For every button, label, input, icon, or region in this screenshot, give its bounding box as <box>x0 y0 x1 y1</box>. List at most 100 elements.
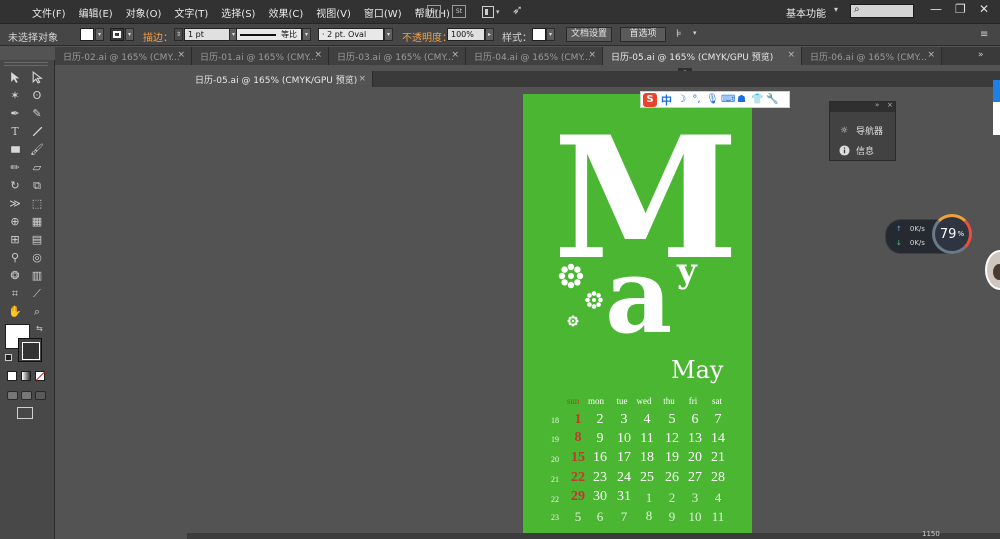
tab-overflow-icon[interactable]: » <box>978 50 984 60</box>
eyedropper-tool-icon[interactable]: ⚲ <box>6 249 24 266</box>
gradient-tool-icon[interactable]: ▤ <box>28 231 46 248</box>
panel-header[interactable]: » × <box>830 101 895 112</box>
stock-button[interactable]: St <box>452 5 466 18</box>
free-transform-tool-icon[interactable]: ⬚ <box>28 195 46 212</box>
draw-normal-icon[interactable] <box>7 391 18 400</box>
close-icon[interactable]: × <box>358 74 366 84</box>
chevron-down-icon[interactable]: ▾ <box>693 29 697 37</box>
close-icon[interactable]: × <box>927 50 935 60</box>
navigator-item[interactable]: ☼ 导航器 <box>838 124 883 138</box>
swap-colors-icon[interactable]: ⇆ <box>36 324 43 333</box>
skin-icon[interactable]: ☗ <box>736 94 747 105</box>
fill-color-swatch[interactable] <box>80 28 94 41</box>
slice-tool-icon[interactable]: ⟋ <box>28 285 46 302</box>
search-input[interactable]: ⌕ <box>850 4 914 18</box>
info-item[interactable]: 信息 <box>838 144 874 157</box>
variable-width-profile[interactable]: 等比 <box>236 28 302 41</box>
close-button[interactable]: ✕ <box>979 2 989 16</box>
chevron-down-icon[interactable]: ▾ <box>546 28 555 41</box>
graphic-style-swatch[interactable] <box>532 28 546 41</box>
artboard-tool-icon[interactable]: ⌗ <box>6 285 24 302</box>
hand-tool-icon[interactable]: ✋ <box>6 303 24 320</box>
column-graph-tool-icon[interactable]: ▥ <box>28 267 46 284</box>
gradient-mode-icon[interactable] <box>21 371 31 381</box>
tab-document-02[interactable]: 日历-02.ai @ 165% (CMY... × <box>55 47 192 65</box>
stroke-weight-field[interactable]: 1 pt <box>184 28 230 41</box>
chevron-down-icon[interactable]: ▾ <box>302 28 311 41</box>
default-colors-icon[interactable] <box>5 354 12 361</box>
preferences-button[interactable]: 首选项 <box>620 27 666 42</box>
draw-inside-icon[interactable] <box>35 391 46 400</box>
tab-document-06[interactable]: 日历-06.ai @ 165% (CMY... × <box>802 47 942 65</box>
stroke-label[interactable]: 描边： <box>143 29 173 44</box>
close-icon[interactable]: × <box>451 50 459 60</box>
maximize-button[interactable]: ❐ <box>955 2 966 16</box>
shape-builder-tool-icon[interactable]: ⊕ <box>6 213 24 230</box>
blend-tool-icon[interactable]: ◎ <box>28 249 46 266</box>
opacity-field[interactable]: 100% <box>447 28 485 41</box>
microphone-icon[interactable]: 🎙 <box>706 94 719 105</box>
workspace-switcher[interactable]: 基本功能 <box>786 5 826 20</box>
memory-usage-gauge[interactable]: 79% <box>932 214 972 254</box>
close-icon[interactable]: × <box>787 50 795 60</box>
gpu-performance-icon[interactable]: ➶ <box>512 3 523 18</box>
bridge-button[interactable]: Br <box>427 5 441 18</box>
menu-effect[interactable]: 效果(C) <box>268 5 303 20</box>
menu-select[interactable]: 选择(S) <box>221 5 255 20</box>
close-icon[interactable]: × <box>887 101 893 109</box>
close-icon[interactable]: × <box>177 50 185 60</box>
width-tool-icon[interactable]: ≫ <box>6 195 24 212</box>
tab-document-05[interactable]: 日历-05.ai @ 165% (CMYK/GPU 预览) × <box>603 47 802 65</box>
curvature-tool-icon[interactable]: ✎ <box>28 105 46 122</box>
type-tool-icon[interactable]: T <box>6 123 24 140</box>
stroke-stepper[interactable]: ⇕ <box>174 28 183 41</box>
direct-selection-tool-icon[interactable] <box>28 69 46 86</box>
minimize-button[interactable]: — <box>930 2 942 16</box>
none-mode-icon[interactable] <box>35 371 46 381</box>
screen-mode-icon[interactable] <box>17 407 33 419</box>
menu-type[interactable]: 文字(T) <box>174 5 208 20</box>
chevron-down-icon[interactable]: ▾ <box>95 28 104 41</box>
zoom-tool-icon[interactable]: ⌕ <box>28 303 46 320</box>
right-edge-panel[interactable] <box>993 80 1000 135</box>
close-icon[interactable]: × <box>314 50 322 60</box>
document-setup-button[interactable]: 文档设置 <box>566 27 612 42</box>
artboard-calendar[interactable]: M a y May sun mon tue wed thu fri sat 18… <box>523 94 752 539</box>
brush-definition[interactable]: · 2 pt. Oval <box>318 28 384 41</box>
menu-view[interactable]: 视图(V) <box>316 5 351 20</box>
mesh-tool-icon[interactable]: ⊞ <box>6 231 24 248</box>
punctuation-icon[interactable]: °, <box>691 94 702 105</box>
magic-wand-tool-icon[interactable]: ✶ <box>6 87 24 104</box>
ime-mode-toggle[interactable]: 中 <box>661 92 672 108</box>
draw-behind-icon[interactable] <box>21 391 32 400</box>
perspective-grid-tool-icon[interactable]: ▦ <box>28 213 46 230</box>
pen-tool-icon[interactable]: ✒ <box>6 105 24 122</box>
moon-icon[interactable]: ☽ <box>676 94 687 105</box>
keyboard-icon[interactable]: ⌨ <box>721 94 735 105</box>
menu-object[interactable]: 对象(O) <box>126 5 162 20</box>
menu-file[interactable]: 文件(F) <box>32 5 66 20</box>
arrange-documents-button[interactable]: ▾ <box>482 4 502 19</box>
shirt-icon[interactable]: 👕 <box>751 94 763 105</box>
menu-edit[interactable]: 编辑(E) <box>79 5 113 20</box>
avatar[interactable] <box>985 250 1000 290</box>
opacity-label[interactable]: 不透明度： <box>402 29 452 44</box>
control-bar-menu-icon[interactable]: ≡ <box>980 29 988 40</box>
ime-toolbar[interactable]: S 中 ☽ °, 🎙 ⌨ ☗ 👕 🔧 <box>640 91 790 108</box>
rotate-tool-icon[interactable]: ↻ <box>6 177 24 194</box>
sogou-logo-icon[interactable]: S <box>643 92 657 107</box>
pencil-tool-icon[interactable]: ✏ <box>6 159 24 176</box>
selection-tool-icon[interactable] <box>6 69 24 86</box>
tab-document-05-floating[interactable]: 日历-05.ai @ 165% (CMYK/GPU 预览) × <box>187 71 373 87</box>
paintbrush-tool-icon[interactable]: 🖌 <box>28 141 46 158</box>
line-segment-tool-icon[interactable] <box>28 123 46 140</box>
symbol-sprayer-tool-icon[interactable]: ❂ <box>6 267 24 284</box>
chevron-down-icon[interactable]: ▾ <box>125 28 134 41</box>
eraser-tool-icon[interactable]: ▱ <box>28 159 46 176</box>
menu-window[interactable]: 窗口(W) <box>364 5 402 20</box>
collapse-icon[interactable]: » <box>875 101 879 109</box>
stroke-color-swatch[interactable] <box>110 28 124 41</box>
tab-document-01[interactable]: 日历-01.ai @ 165% (CMY... × <box>192 47 329 65</box>
panel-grip[interactable] <box>4 62 48 66</box>
wrench-icon[interactable]: 🔧 <box>766 94 778 105</box>
